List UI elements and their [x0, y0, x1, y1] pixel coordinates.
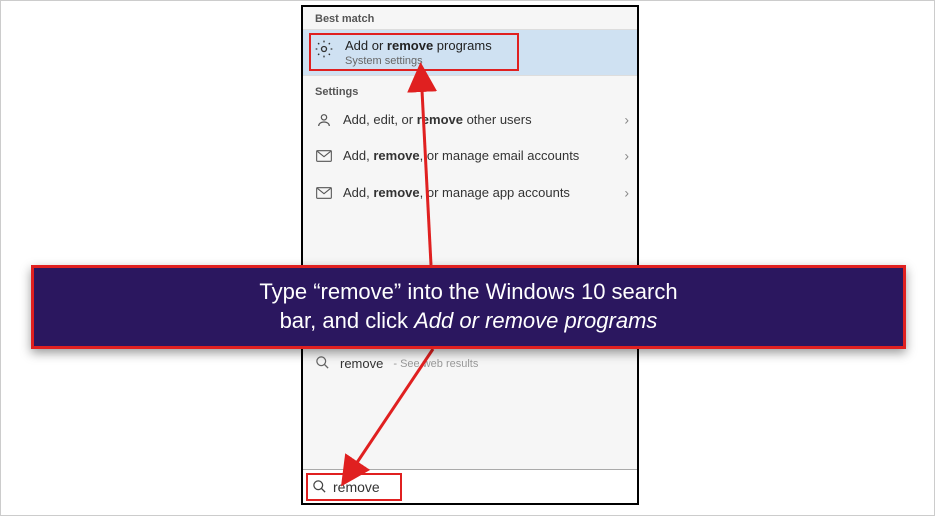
- best-match-suffix: programs: [433, 38, 492, 53]
- best-match-bold: remove: [387, 38, 433, 53]
- chevron-right-icon: ›: [624, 111, 629, 129]
- person-icon: [315, 112, 333, 128]
- best-match-prefix: Add or: [345, 38, 387, 53]
- settings-item-label: Add, edit, or remove other users: [343, 112, 532, 128]
- web-result-term: remove: [340, 356, 383, 371]
- web-result-hint: - See web results: [393, 358, 478, 370]
- best-match-header: Best match: [303, 7, 637, 29]
- search-results-panel: Best match Add or remove programs System…: [301, 5, 639, 505]
- mail-icon: [315, 149, 333, 163]
- web-result-item[interactable]: remove - See web results: [303, 345, 637, 383]
- best-match-text: Add or remove programs System settings: [345, 38, 492, 67]
- search-input[interactable]: [333, 479, 433, 495]
- settings-item-email[interactable]: Add, remove, or manage email accounts ›: [303, 138, 637, 174]
- best-match-item[interactable]: Add or remove programs System settings: [303, 29, 637, 76]
- chevron-right-icon: ›: [624, 148, 629, 166]
- canvas: Best match Add or remove programs System…: [0, 0, 935, 516]
- search-icon: [311, 479, 327, 495]
- settings-item-users[interactable]: Add, edit, or remove other users ›: [303, 102, 637, 138]
- settings-item-label: Add, remove, or manage app accounts: [343, 185, 570, 201]
- chevron-right-icon: ›: [624, 184, 629, 202]
- instruction-banner: Type “remove” into the Windows 10 search…: [31, 265, 906, 349]
- settings-item-app-accounts[interactable]: Add, remove, or manage app accounts ›: [303, 175, 637, 211]
- gear-icon: [313, 38, 335, 60]
- mail-icon: [315, 186, 333, 200]
- best-match-sub: System settings: [345, 55, 492, 67]
- search-icon: [315, 355, 330, 373]
- search-bar[interactable]: [303, 469, 637, 503]
- settings-header: Settings: [303, 80, 637, 102]
- settings-item-label: Add, remove, or manage email accounts: [343, 148, 579, 164]
